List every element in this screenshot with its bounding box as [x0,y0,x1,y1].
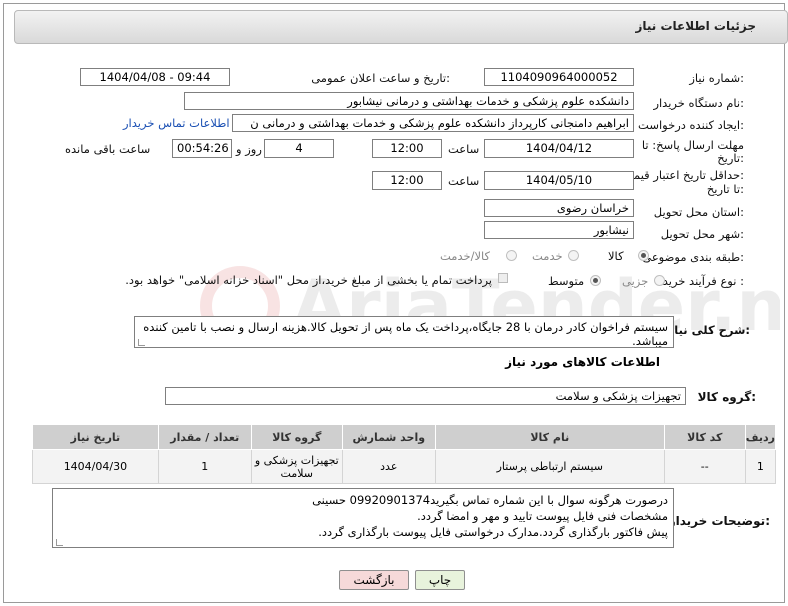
process-radio-medium[interactable] [590,275,601,286]
col-goods-name: نام کالا [434,424,665,450]
price-validity-hour-label: ساعت [448,174,480,188]
announce-label: تاریخ و ساعت اعلان عمومی: [311,71,450,85]
category-label: طبقه بندی موضوعی: [642,250,744,264]
remaining-time-label: ساعت باقی مانده [65,142,151,156]
cell-unit: عدد [341,449,436,484]
deadline-label-date: تاریخ: [717,151,744,165]
price-validity-label: حداقل تاریخ اعتبار قیمت: [622,168,744,182]
deadline-label: مهلت ارسال پاسخ: تا [641,138,744,152]
goods-table-header: ردیف کد کالا نام کالا واحد شمارش گروه کا… [32,424,777,450]
buyer-notes-textarea[interactable]: درصورت هرگونه سوال با این شماره تماس بگی… [52,488,674,548]
category-radio-service[interactable] [568,250,579,261]
process-type-label: نوع فرآیند خرید : [662,274,744,288]
goods-group-field: تجهیزات پزشکی و سلامت [165,387,686,405]
category-radio-goods[interactable] [638,250,649,261]
cell-quantity: 1 [157,449,252,484]
cell-row-number: 1 [744,449,777,484]
process-radio-minor[interactable] [654,275,665,286]
announce-datetime-field: 1404/04/08 - 09:44 [80,68,230,86]
price-validity-label-date: تا تاریخ: [706,182,744,196]
category-option-goods-service: کالا/خدمت [440,249,491,263]
need-number-field: 1104090964000052 [484,68,634,86]
summary-textarea[interactable]: سیستم فراخوان کادر درمان با 28 جایگاه،پر… [134,316,674,348]
cell-goods-name: سیستم ارتباطی پرستار [434,449,665,484]
cell-goods-group: تجهیزات پزشکی و سلامت [250,449,343,484]
col-goods-code: کد کالا [663,424,746,450]
days-label: روز و [236,142,262,156]
deadline-date-field: 1404/04/12 [484,139,634,158]
cell-need-date: 1404/04/30 [32,449,159,484]
col-quantity: تعداد / مقدار [157,424,252,450]
resize-grip-icon [138,339,145,346]
col-unit: واحد شمارش [341,424,436,450]
cell-goods-code: -- [663,449,746,484]
resize-grip-icon [56,539,63,546]
city-field: نیشابور [484,221,634,239]
buyer-notes-line: درصورت هرگونه سوال با این شماره تماس بگی… [312,493,668,507]
buyer-org-field: دانشکده علوم پزشکی و خدمات بهداشتی و درم… [184,92,634,110]
buyer-notes-line: مشخصات فنی فایل پیوست تایید و مهر و امضا… [417,509,668,523]
buyer-org-label: نام دستگاه خریدار: [653,96,744,110]
back-button[interactable]: بازگشت [339,570,409,590]
price-validity-time-field: 12:00 [372,171,442,190]
creator-label: ایجاد کننده درخواست: [638,118,744,132]
price-validity-date-field: 1404/05/10 [484,171,634,190]
treasury-payment-note: پرداخت تمام یا بخشی از مبلغ خرید،از محل … [125,273,492,287]
print-button[interactable]: چاپ [415,570,465,590]
creator-field: ابراهیم دامنجانی کارپرداز دانشکده علوم پ… [232,114,634,132]
col-row-number: ردیف [744,424,777,450]
category-option-goods: کالا [608,249,624,263]
deadline-hour-label: ساعت [448,142,480,156]
process-option-medium: متوسط [548,274,585,288]
buyer-notes-line: پیش فاکتور بارگذاری گردد.مدارک درخواستی … [318,525,668,539]
goods-table: ردیف کد کالا نام کالا واحد شمارش گروه کا… [32,424,777,484]
buyer-notes-label: توضیحات خریدار: [668,514,770,528]
goods-group-label: گروه کالا: [697,390,756,404]
summary-label: شرح کلی نیاز: [667,323,750,337]
province-field: خراسان رضوی [484,199,634,217]
col-goods-group: گروه کالا [250,424,343,450]
city-label: شهر محل تحویل: [660,227,744,241]
province-label: استان محل تحویل: [653,205,744,219]
buyer-contact-link[interactable]: اطلاعات تماس خریدار [123,116,230,130]
page-title: جزئیات اطلاعات نیاز [635,19,756,33]
treasury-payment-checkbox[interactable] [498,273,508,283]
col-need-date: تاریخ نیاز [32,424,159,450]
goods-section-title: اطلاعات کالاهای مورد نیاز [505,355,660,369]
remaining-time-field: 00:54:26 [172,139,232,158]
process-option-minor: جزیی [622,274,649,288]
remaining-days-field: 4 [264,139,334,158]
deadline-time-field: 12:00 [372,139,442,158]
category-radio-goods-service[interactable] [506,250,517,261]
category-option-service: خدمت [532,249,563,263]
table-row: 1 -- سیستم ارتباطی پرستار عدد تجهیزات پز… [32,449,777,484]
need-number-label: شماره نیاز: [689,71,744,85]
